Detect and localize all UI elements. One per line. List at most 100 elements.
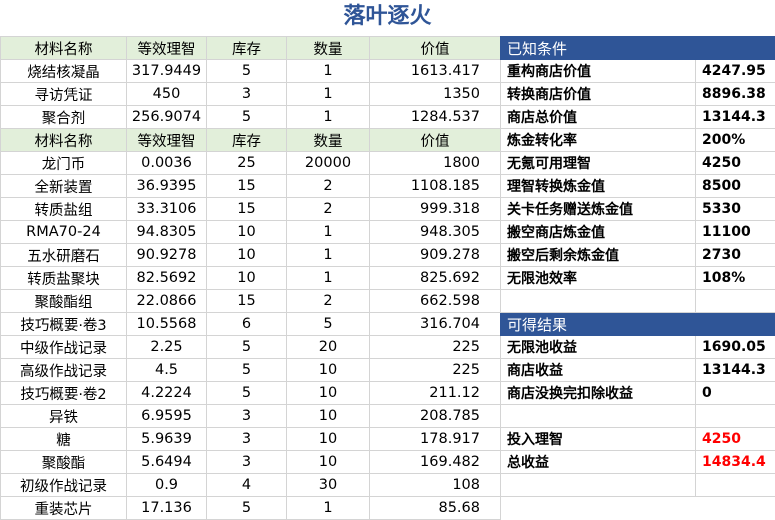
empty-cell[interactable] (696, 290, 775, 313)
cell-equivalent-sanity[interactable]: 2.25 (127, 336, 207, 359)
cell-stock[interactable]: 10 (207, 221, 287, 244)
cell-stock[interactable]: 25 (207, 152, 287, 175)
cell-equivalent-sanity[interactable]: 33.3106 (127, 198, 207, 221)
summary-value[interactable]: 108% (696, 267, 775, 290)
invest-label[interactable]: 投入理智 (501, 428, 696, 451)
cell-value[interactable]: 1613.417 (370, 60, 501, 83)
cell-value[interactable]: 208.785 (370, 405, 501, 428)
cell-equivalent-sanity[interactable]: 6.9595 (127, 405, 207, 428)
cell-quantity[interactable]: 10 (287, 382, 370, 405)
cell-material[interactable]: 聚合剂 (1, 106, 127, 129)
summary-label[interactable]: 炼金转化率 (501, 129, 696, 152)
summary-label[interactable]: 商店收益 (501, 359, 696, 382)
cell-material[interactable]: 转质盐组 (1, 198, 127, 221)
cell-value[interactable]: 169.482 (370, 451, 501, 474)
summary-label[interactable]: 搬空商店炼金值 (501, 221, 696, 244)
cell-quantity[interactable]: 10 (287, 428, 370, 451)
cell-equivalent-sanity[interactable]: 4.5 (127, 359, 207, 382)
cell-material[interactable]: 中级作战记录 (1, 336, 127, 359)
cell-value[interactable]: 1284.537 (370, 106, 501, 129)
cell-stock[interactable]: 3 (207, 428, 287, 451)
column-header[interactable]: 库存 (207, 37, 287, 60)
cell-stock[interactable]: 5 (207, 106, 287, 129)
cell-stock[interactable]: 5 (207, 382, 287, 405)
cell-equivalent-sanity[interactable]: 256.9074 (127, 106, 207, 129)
cell-material[interactable]: 初级作战记录 (1, 474, 127, 497)
cell-stock[interactable]: 15 (207, 198, 287, 221)
column-header[interactable]: 等效理智 (127, 129, 207, 152)
cell-material[interactable]: 糖 (1, 428, 127, 451)
cell-material[interactable]: RMA70-24 (1, 221, 127, 244)
cell-stock[interactable]: 6 (207, 313, 287, 336)
cell-material[interactable]: 聚酸酯组 (1, 290, 127, 313)
summary-label[interactable]: 无氪可用理智 (501, 152, 696, 175)
empty-cell[interactable] (696, 405, 775, 428)
invest-value[interactable]: 4250 (696, 428, 775, 451)
summary-label[interactable]: 理智转换炼金值 (501, 175, 696, 198)
column-header[interactable]: 价值 (370, 129, 501, 152)
cell-stock[interactable]: 3 (207, 83, 287, 106)
cell-material[interactable]: 异铁 (1, 405, 127, 428)
cell-value[interactable]: 909.278 (370, 244, 501, 267)
summary-value[interactable]: 8500 (696, 175, 775, 198)
summary-label[interactable]: 搬空后剩余炼金值 (501, 244, 696, 267)
cell-stock[interactable]: 5 (207, 336, 287, 359)
cell-equivalent-sanity[interactable]: 17.136 (127, 497, 207, 520)
summary-label[interactable]: 商店没换完扣除收益 (501, 382, 696, 405)
cell-quantity[interactable]: 1 (287, 221, 370, 244)
cell-material[interactable]: 五水研磨石 (1, 244, 127, 267)
cell-stock[interactable]: 10 (207, 244, 287, 267)
summary-value[interactable]: 0 (696, 382, 775, 405)
summary-value[interactable]: 200% (696, 129, 775, 152)
cell-equivalent-sanity[interactable]: 0.0036 (127, 152, 207, 175)
cell-material[interactable]: 高级作战记录 (1, 359, 127, 382)
summary-value[interactable]: 4250 (696, 152, 775, 175)
cell-material[interactable]: 寻访凭证 (1, 83, 127, 106)
summary-label[interactable]: 重构商店价值 (501, 60, 696, 83)
cell-quantity[interactable]: 10 (287, 359, 370, 382)
summary-value[interactable]: 5330 (696, 198, 775, 221)
section-header-results[interactable]: 可得结果 (501, 313, 775, 336)
column-header[interactable]: 数量 (287, 37, 370, 60)
cell-equivalent-sanity[interactable]: 10.5568 (127, 313, 207, 336)
cell-equivalent-sanity[interactable]: 450 (127, 83, 207, 106)
cell-stock[interactable]: 5 (207, 497, 287, 520)
cell-value[interactable]: 225 (370, 336, 501, 359)
cell-value[interactable]: 85.68 (370, 497, 501, 520)
summary-label[interactable]: 转换商店价值 (501, 83, 696, 106)
column-header[interactable]: 数量 (287, 129, 370, 152)
cell-material[interactable]: 技巧概要·卷3 (1, 313, 127, 336)
cell-quantity[interactable]: 5 (287, 313, 370, 336)
total-value[interactable]: 14834.4 (696, 451, 775, 474)
summary-label[interactable]: 无限池收益 (501, 336, 696, 359)
cell-value[interactable]: 225 (370, 359, 501, 382)
cell-quantity[interactable]: 1 (287, 60, 370, 83)
cell-equivalent-sanity[interactable]: 0.9 (127, 474, 207, 497)
cell-equivalent-sanity[interactable]: 90.9278 (127, 244, 207, 267)
cell-quantity[interactable]: 20 (287, 336, 370, 359)
cell-value[interactable]: 662.598 (370, 290, 501, 313)
summary-value[interactable]: 13144.3 (696, 106, 775, 129)
empty-cell[interactable] (501, 474, 696, 497)
cell-material[interactable]: 重装芯片 (1, 497, 127, 520)
column-header[interactable]: 库存 (207, 129, 287, 152)
total-label[interactable]: 总收益 (501, 451, 696, 474)
summary-value[interactable]: 2730 (696, 244, 775, 267)
cell-stock[interactable]: 4 (207, 474, 287, 497)
cell-equivalent-sanity[interactable]: 5.6494 (127, 451, 207, 474)
cell-value[interactable]: 1350 (370, 83, 501, 106)
cell-material[interactable]: 技巧概要·卷2 (1, 382, 127, 405)
summary-value[interactable]: 11100 (696, 221, 775, 244)
section-header-known[interactable]: 已知条件 (501, 37, 775, 60)
cell-equivalent-sanity[interactable]: 4.2224 (127, 382, 207, 405)
column-header[interactable]: 等效理智 (127, 37, 207, 60)
cell-quantity[interactable]: 1 (287, 244, 370, 267)
cell-quantity[interactable]: 20000 (287, 152, 370, 175)
cell-quantity[interactable]: 2 (287, 290, 370, 313)
cell-stock[interactable]: 5 (207, 359, 287, 382)
empty-cell[interactable] (501, 405, 696, 428)
cell-equivalent-sanity[interactable]: 82.5692 (127, 267, 207, 290)
cell-equivalent-sanity[interactable]: 317.9449 (127, 60, 207, 83)
cell-equivalent-sanity[interactable]: 36.9395 (127, 175, 207, 198)
cell-quantity[interactable]: 1 (287, 106, 370, 129)
